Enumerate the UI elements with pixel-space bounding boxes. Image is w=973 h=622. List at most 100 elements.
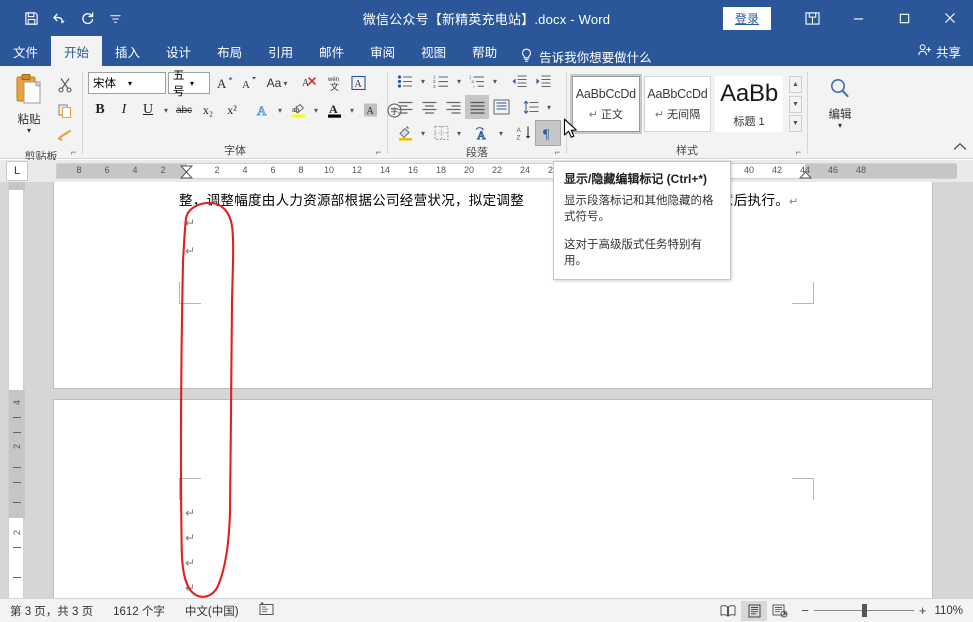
subscript-icon[interactable]: x₂ (196, 98, 220, 122)
tab-help[interactable]: 帮助 (459, 36, 510, 66)
tab-home[interactable]: 开始 (51, 36, 102, 66)
tab-insert[interactable]: 插入 (102, 36, 153, 66)
line-spacing-icon[interactable] (519, 95, 543, 119)
format-painter-icon[interactable] (53, 125, 77, 149)
zoom-slider[interactable]: − + (801, 606, 926, 616)
numbering-caret[interactable]: ▾ (453, 69, 465, 93)
bullets-icon[interactable] (393, 69, 417, 93)
save-icon[interactable] (18, 5, 44, 31)
font-color-icon[interactable]: A (322, 98, 346, 122)
style-heading-1[interactable]: AaBb 标题 1 (715, 76, 783, 132)
text-highlight-caret[interactable]: ▾ (310, 98, 322, 122)
paste-button[interactable]: 粘贴 ▾ (5, 71, 53, 134)
italic-icon[interactable]: I (112, 98, 136, 122)
editing-button[interactable]: 编辑 ▾ (817, 73, 863, 129)
tab-view[interactable]: 视图 (408, 36, 459, 66)
align-right-icon[interactable] (441, 95, 465, 119)
chevron-down-icon[interactable]: ▾ (190, 79, 207, 88)
tab-mailings[interactable]: 邮件 (306, 36, 357, 66)
character-border-icon[interactable]: A (346, 71, 370, 95)
styles-more[interactable]: ▼ (789, 115, 802, 132)
bold-icon[interactable]: B (88, 98, 112, 122)
editing-dropdown-caret[interactable]: ▾ (838, 122, 842, 129)
shading-icon[interactable] (393, 121, 417, 145)
grow-font-icon[interactable]: A (213, 71, 237, 95)
style-no-spacing[interactable]: AaBbCcDd ↵ 无间隔 (644, 76, 712, 132)
strikethrough-icon[interactable]: abc (172, 98, 196, 122)
share-button[interactable]: 共享 (917, 36, 961, 66)
underline-icon[interactable]: U (136, 98, 160, 122)
clear-formatting-icon[interactable]: A (298, 71, 322, 95)
paragraph-dialog-launcher[interactable]: ⌐ (552, 147, 563, 158)
vertical-ruler[interactable]: 4 2 2 (8, 182, 24, 598)
text-effects-caret[interactable]: ▾ (274, 98, 286, 122)
undo-icon[interactable] (46, 5, 72, 31)
ribbon-display-options-icon[interactable] (789, 0, 835, 36)
read-mode-icon[interactable] (715, 601, 741, 621)
tab-references[interactable]: 引用 (255, 36, 306, 66)
zoom-level[interactable]: 110% (934, 605, 973, 617)
close-icon[interactable] (927, 0, 973, 36)
numbering-icon[interactable]: 123 (429, 69, 453, 93)
multilevel-caret[interactable]: ▾ (489, 69, 501, 93)
ruler-track[interactable]: 8 6 4 2 2 4 6 8 10 12 14 16 18 20 22 24 … (56, 163, 956, 179)
font-color-caret[interactable]: ▾ (346, 98, 358, 122)
paste-dropdown-caret[interactable]: ▾ (27, 127, 31, 134)
tab-review[interactable]: 审阅 (357, 36, 408, 66)
chevron-down-icon[interactable]: ▾ (128, 79, 163, 88)
asian-layout-icon[interactable]: A (471, 121, 495, 145)
maximize-icon[interactable] (881, 0, 927, 36)
bullets-caret[interactable]: ▾ (417, 69, 429, 93)
sign-in-button[interactable]: 登录 (723, 7, 771, 30)
align-left-icon[interactable] (393, 95, 417, 119)
change-case-icon[interactable]: Aa ▾ (261, 71, 293, 95)
asian-layout-caret[interactable]: ▾ (495, 121, 507, 145)
tab-file[interactable]: 文件 (0, 36, 51, 66)
underline-dropdown-caret[interactable]: ▾ (160, 98, 172, 122)
phonetic-guide-icon[interactable]: wén文 (322, 71, 346, 95)
distribute-icon[interactable] (489, 95, 513, 119)
increase-indent-icon[interactable] (531, 69, 555, 93)
font-size-input[interactable]: 五号 ▾ (168, 72, 210, 94)
horizontal-ruler[interactable]: L 8 6 4 2 2 4 6 8 10 12 14 16 18 20 22 2… (0, 160, 973, 182)
document-page-1[interactable]: 整，调整幅度由人力资源部根据公司经营状况，拟定调整 意后执行。↵ ↵ ↵ (54, 182, 932, 388)
zoom-out-button[interactable]: − (801, 606, 809, 616)
chevron-down-icon[interactable]: ▾ (283, 79, 287, 88)
show-hide-marks-icon[interactable]: ¶ (536, 121, 560, 145)
redo-icon[interactable] (74, 5, 100, 31)
borders-icon[interactable] (429, 121, 453, 145)
line-spacing-caret[interactable]: ▾ (543, 95, 555, 119)
zoom-slider-track[interactable] (814, 610, 914, 611)
text-highlight-icon[interactable]: ab (286, 98, 310, 122)
tab-stop-selector[interactable]: L (6, 161, 28, 181)
copy-icon[interactable] (53, 99, 77, 123)
language-indicator[interactable]: 中文(中国) (175, 603, 249, 619)
tab-layout[interactable]: 布局 (204, 36, 255, 66)
justify-icon[interactable] (465, 95, 489, 119)
superscript-icon[interactable]: x² (220, 98, 244, 122)
collapse-ribbon-icon[interactable] (953, 142, 967, 154)
zoom-slider-thumb[interactable] (862, 604, 867, 617)
customize-qat-icon[interactable] (102, 5, 128, 31)
zoom-in-button[interactable]: + (919, 606, 927, 616)
style-normal[interactable]: AaBbCcDd ↵ 正文 (572, 76, 640, 132)
align-center-icon[interactable] (417, 95, 441, 119)
decrease-indent-icon[interactable] (507, 69, 531, 93)
shrink-font-icon[interactable]: A (237, 71, 261, 95)
document-canvas[interactable]: 4 2 2 整，调整幅度由人力资源部根据公司经营状况，拟定调整 意后执行。↵ ↵… (0, 182, 973, 598)
word-count[interactable]: 1612 个字 (103, 603, 175, 619)
styles-scroll-up[interactable]: ▲ (789, 76, 802, 93)
borders-caret[interactable]: ▾ (453, 121, 465, 145)
font-dialog-launcher[interactable]: ⌐ (373, 147, 384, 158)
web-layout-icon[interactable] (767, 601, 793, 621)
sort-icon[interactable]: AZ (512, 121, 536, 145)
page-indicator[interactable]: 第 3 页，共 3 页 (0, 603, 103, 619)
tell-me-box[interactable]: 告诉我你想要做什么 (510, 47, 652, 66)
shading-caret[interactable]: ▾ (417, 121, 429, 145)
minimize-icon[interactable] (835, 0, 881, 36)
proofing-errors-icon[interactable] (249, 602, 284, 619)
font-name-input[interactable]: 宋体 ▾ (88, 72, 166, 94)
cut-icon[interactable] (53, 73, 77, 97)
multilevel-list-icon[interactable]: 1ai (465, 69, 489, 93)
clipboard-dialog-launcher[interactable]: ⌐ (68, 147, 79, 158)
